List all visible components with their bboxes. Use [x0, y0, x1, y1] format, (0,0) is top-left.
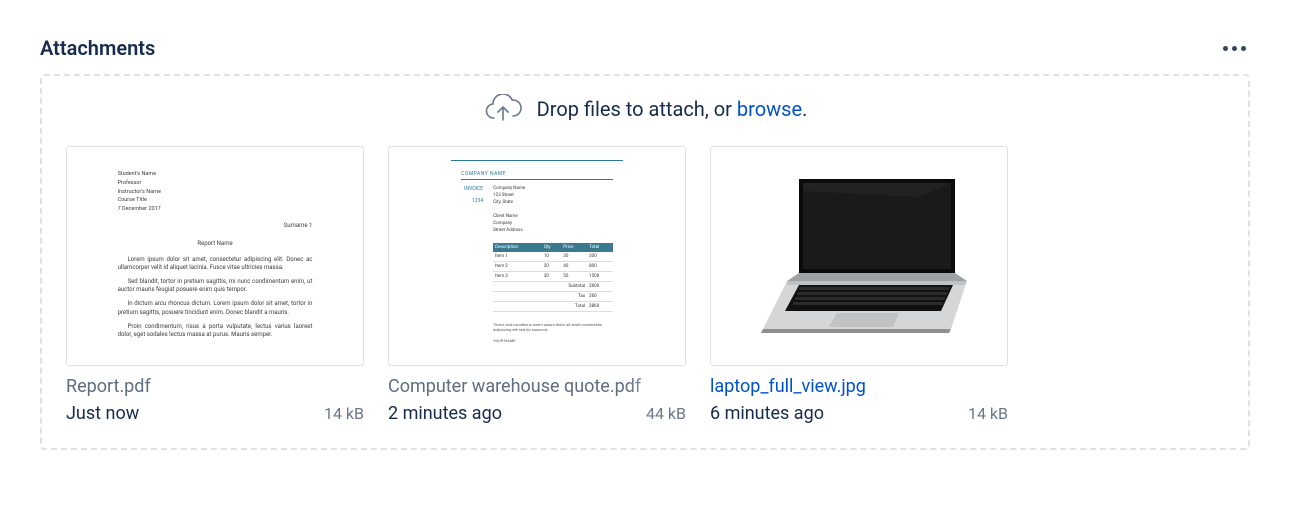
attachment-timestamp: 6 minutes ago	[710, 403, 824, 424]
attachment-thumbnail[interactable]: Student's NameProfessorInstructor's Name…	[66, 146, 364, 366]
invoice-preview-icon: COMPANY NAME INVOICE1234 Company Name123…	[451, 160, 623, 352]
attachment-thumbnail[interactable]	[710, 146, 1008, 366]
upload-cloud-icon	[483, 94, 523, 124]
laptop-image-icon	[739, 171, 979, 341]
more-actions-button[interactable]	[1219, 42, 1250, 55]
attachment-card: laptop_full_view.jpg 6 minutes ago 14 kB	[710, 146, 1008, 424]
attachment-filename[interactable]: laptop_full_view.jpg	[710, 376, 1008, 397]
attachment-timestamp: Just now	[66, 403, 139, 424]
attachments-dropzone[interactable]: Drop files to attach, or browse. Student…	[40, 74, 1250, 450]
section-title: Attachments	[40, 36, 155, 60]
ellipsis-icon	[1223, 46, 1228, 51]
attachment-thumbnail[interactable]: COMPANY NAME INVOICE1234 Company Name123…	[388, 146, 686, 366]
attachments-header: Attachments	[40, 36, 1250, 60]
attachment-filesize: 44 kB	[646, 404, 686, 423]
attachment-filesize: 14 kB	[968, 404, 1008, 423]
attachment-timestamp: 2 minutes ago	[388, 403, 502, 424]
dropzone-prompt: Drop files to attach, or browse.	[66, 94, 1224, 124]
dropzone-text: Drop files to attach, or browse.	[537, 97, 808, 121]
attachment-filename: Report.pdf	[66, 376, 364, 397]
attachment-card: Student's NameProfessorInstructor's Name…	[66, 146, 364, 424]
attachment-filename: Computer warehouse quote.pdf	[388, 376, 686, 397]
attachment-filesize: 14 kB	[324, 404, 364, 423]
attachment-list: Student's NameProfessorInstructor's Name…	[66, 146, 1224, 424]
document-preview-icon: Student's NameProfessorInstructor's Name…	[100, 158, 331, 354]
browse-link[interactable]: browse	[737, 97, 802, 121]
attachment-card: COMPANY NAME INVOICE1234 Company Name123…	[388, 146, 686, 424]
